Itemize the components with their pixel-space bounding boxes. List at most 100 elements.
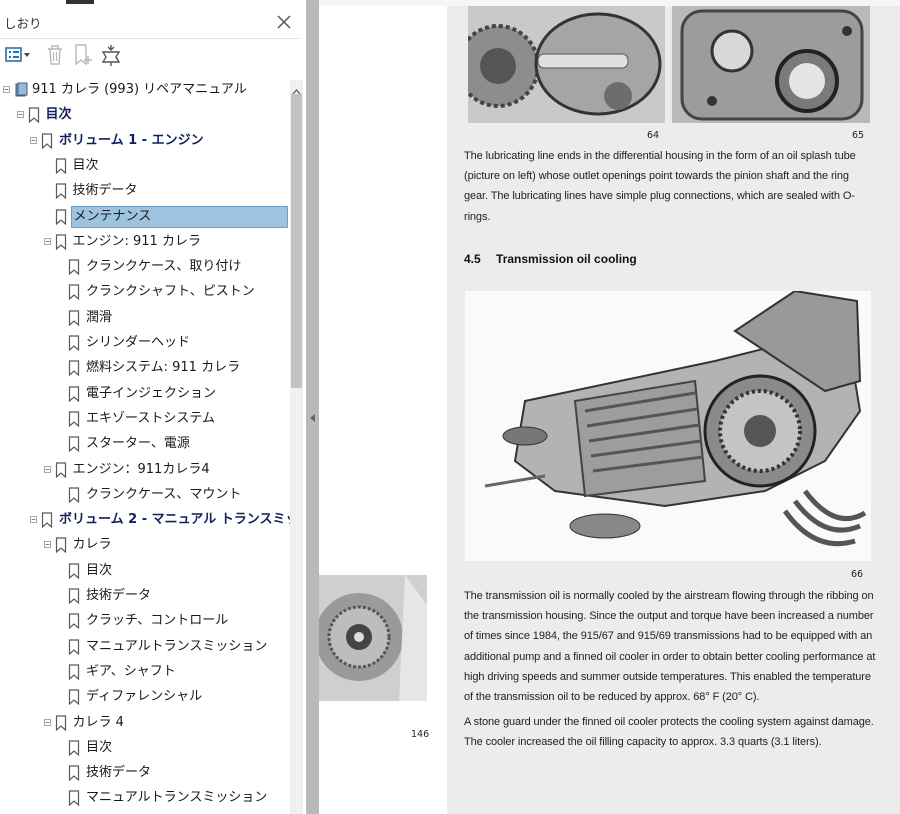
bookmark-icon	[68, 436, 80, 453]
bookmark-icon	[68, 588, 80, 605]
bookmark-icon	[68, 638, 80, 655]
bookmark-item[interactable]: 911 カレラ (993) リペアマニュアル	[0, 79, 290, 101]
bookmark-item[interactable]: 目次	[0, 737, 290, 759]
bookmark-item[interactable]: メンテナンス	[0, 205, 290, 228]
panel-splitter[interactable]	[306, 0, 319, 814]
bookmark-item[interactable]: エンジン: 911 カレラ	[0, 231, 290, 253]
bookmark-label: 技術データ	[86, 765, 152, 781]
bookmark-item[interactable]: シリンダーヘッド	[0, 332, 290, 354]
bookmark-item[interactable]: 技術データ	[0, 762, 290, 784]
bookmark-label: 潤滑	[86, 309, 113, 325]
bookmark-label: 目次	[86, 739, 113, 755]
bookmark-item[interactable]: ボリューム 1 - エンジン	[0, 130, 290, 152]
scroll-up-icon[interactable]	[290, 82, 303, 95]
collapse-toggle-icon[interactable]	[30, 516, 37, 523]
document-icon	[14, 82, 28, 98]
find-current-bookmark-icon[interactable]	[99, 42, 123, 68]
collapse-toggle-icon[interactable]	[3, 86, 10, 93]
bookmark-icon	[68, 310, 80, 327]
collapse-toggle-icon[interactable]	[30, 136, 37, 144]
collapse-toggle-icon[interactable]	[43, 718, 51, 726]
bookmark-item[interactable]: 目次	[0, 104, 290, 126]
figure-66-number: 66	[851, 569, 864, 580]
bookmark-label: 目次	[72, 157, 99, 173]
bookmark-icon	[68, 664, 80, 681]
bookmark-icon	[55, 234, 67, 251]
bookmark-icon	[68, 335, 80, 352]
collapse-toggle-icon[interactable]	[43, 237, 51, 245]
bookmark-item[interactable]: クラッチ、コントロール	[0, 610, 290, 632]
transmission-photo-fragment	[319, 575, 427, 701]
bookmark-label: 技術データ	[72, 183, 138, 199]
bookmark-item[interactable]: マニュアルトランスミッション	[0, 636, 290, 658]
bookmark-item[interactable]: スターター、電源	[0, 433, 290, 455]
trash-icon[interactable]	[44, 42, 66, 68]
bookmark-icon	[68, 563, 80, 580]
paragraph-oil-splash-tube: The lubricating line ends in the differe…	[464, 150, 856, 223]
scroll-thumb[interactable]	[291, 94, 302, 388]
bookmark-label: エキゾーストシステム	[86, 410, 215, 426]
bookmark-item[interactable]: 潤滑	[0, 307, 290, 329]
figure-65-number: 65	[852, 130, 865, 141]
bookmark-label: シリンダーヘッド	[86, 335, 191, 350]
figure-64-photo	[468, 6, 665, 123]
bookmark-icon	[68, 689, 80, 706]
bookmark-icon	[41, 512, 53, 529]
bookmark-label: カレラ 4	[72, 714, 124, 730]
bookmarks-tree: 911 カレラ (993) リペアマニュアル 目次 ボリューム 1 - エンジン 目次…	[0, 79, 290, 814]
section-number: 4.5	[464, 252, 481, 266]
paragraph-stone-guard: A stone guard under the finned oil coole…	[464, 716, 874, 749]
collapse-arrow-icon[interactable]	[310, 414, 315, 422]
bookmark-label: クランクケース、取り付け	[86, 259, 242, 275]
collapse-toggle-icon[interactable]	[43, 465, 51, 473]
bookmark-item[interactable]: 目次	[0, 560, 290, 582]
section-title: Transmission oil cooling	[496, 252, 637, 266]
bookmark-icon	[55, 714, 67, 731]
bookmark-item[interactable]: エキゾーストシステム	[0, 408, 290, 430]
bookmark-item[interactable]: ボリューム 2 - マニュアル トランスミッション	[0, 509, 290, 531]
bookmark-label: ディファレンシャル	[86, 689, 203, 705]
bookmark-item[interactable]: 燃料システム: 911 カレラ	[0, 357, 290, 379]
bookmark-icon	[68, 740, 80, 757]
bookmark-label: ボリューム 1 - エンジン	[59, 132, 204, 148]
bookmark-item[interactable]: ギア、シャフト	[0, 661, 290, 683]
bookmark-icon	[68, 765, 80, 782]
bookmark-label: エンジン：911カレラ4	[72, 461, 210, 477]
bookmark-item[interactable]: 技術データ	[0, 180, 290, 202]
bookmark-item[interactable]: マニュアルトランスミッション	[0, 787, 290, 809]
bookmark-item[interactable]: クランクシャフト、ピストン	[0, 281, 290, 303]
bookmark-item[interactable]: カレラ 4	[0, 712, 290, 734]
bookmark-item[interactable]: クランクケース、マウント	[0, 484, 290, 506]
bookmark-icon	[68, 613, 80, 630]
bookmark-item[interactable]: エンジン：911カレラ4	[0, 459, 290, 481]
bookmark-icon	[55, 183, 67, 200]
bookmark-item[interactable]: ディファレンシャル	[0, 686, 290, 708]
bookmark-label: マニュアルトランスミッション	[86, 790, 268, 806]
bookmark-icon	[55, 537, 67, 554]
new-bookmark-icon[interactable]	[72, 42, 94, 68]
collapse-toggle-icon[interactable]	[43, 541, 51, 549]
bookmark-icon	[68, 259, 80, 276]
bookmark-item[interactable]: クランクケース、取り付け	[0, 256, 290, 278]
bookmarks-toolbar	[0, 40, 300, 72]
bookmark-options-icon[interactable]	[4, 42, 32, 68]
bookmark-icon	[68, 487, 80, 504]
bookmark-label: 燃料システム: 911 カレラ	[86, 360, 241, 376]
collapse-toggle-icon[interactable]	[16, 111, 24, 119]
figure-66-photo	[465, 291, 871, 561]
bookmark-label: ボリューム 2 - マニュアル トランスミッション	[59, 512, 290, 528]
page-number: 146	[411, 729, 430, 740]
bookmark-label: スターター、電源	[86, 436, 190, 452]
bookmark-label: クラッチ、コントロール	[86, 613, 229, 629]
bookmark-item[interactable]: カレラ	[0, 534, 290, 556]
bookmark-item[interactable]: 電子インジェクション	[0, 383, 290, 405]
page-146: 146	[319, 6, 447, 814]
close-icon[interactable]	[272, 10, 296, 34]
figure-65-photo	[672, 6, 870, 123]
bookmark-item[interactable]: 目次	[0, 155, 290, 177]
panel-title: しおり	[4, 16, 42, 31]
document-view[interactable]: 146 64 65 The lubricating line ends in t…	[319, 0, 900, 814]
section-heading: 4.5 Transmission oil cooling	[464, 252, 764, 266]
bookmark-item[interactable]: 技術データ	[0, 585, 290, 607]
bookmarks-scrollbar[interactable]	[290, 80, 303, 814]
